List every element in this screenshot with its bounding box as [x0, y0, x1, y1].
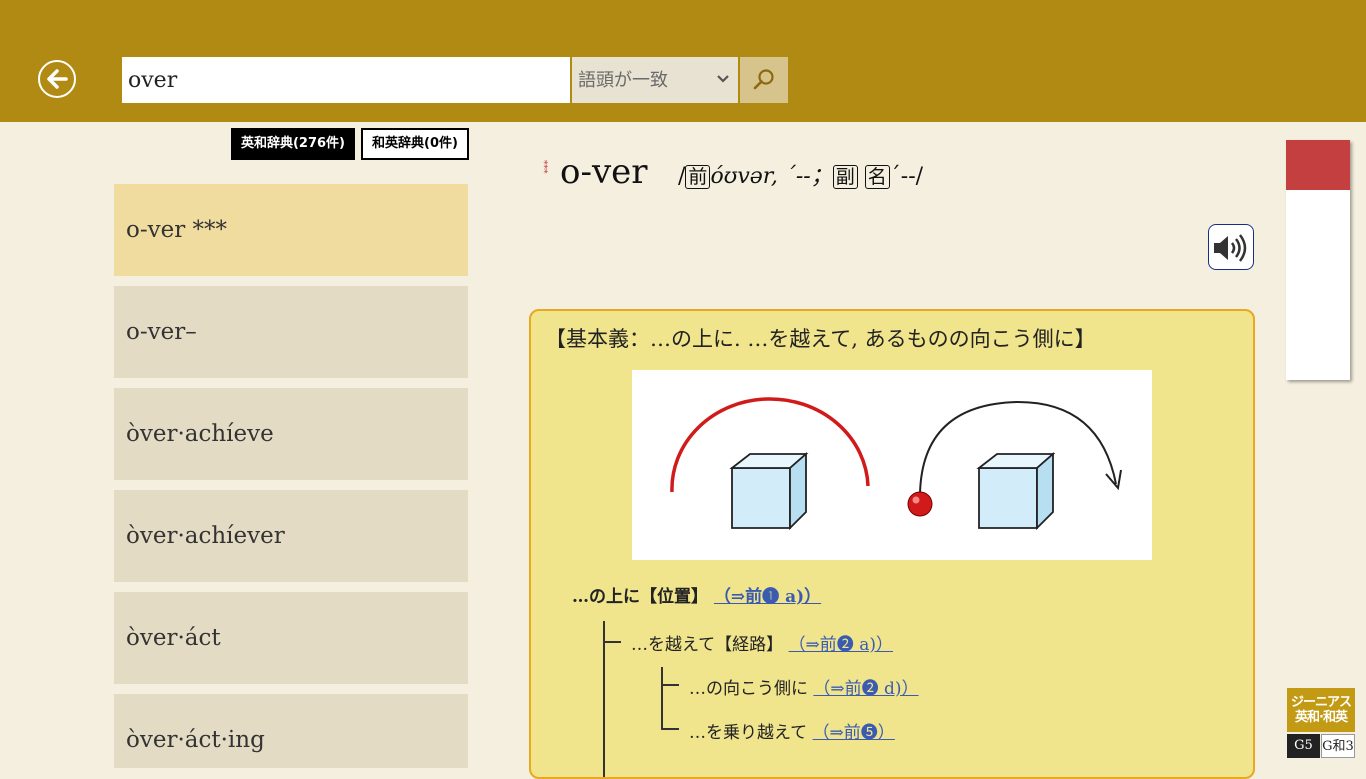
list-item[interactable]: òver·áct·ing [114, 694, 468, 768]
sense-ref-link[interactable]: （⇒前❷ d)） [813, 679, 918, 699]
search-icon [753, 69, 774, 90]
tab-japanese-english[interactable]: 和英辞典(0件) [361, 128, 469, 160]
sense-ref-link[interactable]: （⇒前❶ a)） [714, 587, 821, 607]
headword: o-ver [560, 152, 648, 192]
core-meaning-illustration [632, 370, 1152, 560]
sense-ref-link[interactable]: （⇒前❷ a)） [789, 635, 893, 655]
arrow-left-icon [47, 69, 68, 89]
logo-g5-badge: G5 [1287, 734, 1320, 758]
chevron-down-icon [717, 75, 729, 83]
pronunciation: / 前 óʊvər, ˊ--；副 名 ˊ--/ [678, 164, 924, 189]
list-item[interactable]: o-ver– [114, 286, 468, 378]
app-logo: ジーニアス 英和·和英 G5 G和3 [1287, 688, 1355, 758]
word-list[interactable]: o-ver *** o-ver– òver·achíeve òver·achíe… [114, 184, 468, 768]
pos-badge-prep: 前 [685, 165, 711, 189]
pos-badge-noun: 名 [864, 165, 890, 189]
tab-english-japanese[interactable]: 英和辞典(276件) [231, 128, 355, 160]
list-item[interactable]: òver·achíever [114, 490, 468, 582]
header-bar: 語頭が一致 [0, 0, 1366, 122]
list-item[interactable]: òver·áct [114, 592, 468, 684]
sense-ref-link[interactable]: （⇒前❺） [813, 723, 895, 743]
play-audio-button[interactable] [1208, 224, 1254, 270]
history-panel[interactable] [1286, 140, 1350, 380]
search-input[interactable] [122, 57, 570, 103]
sense-path: …を越えて【経路】 （⇒前❷ a)） [631, 635, 893, 655]
list-item[interactable]: o-ver *** [114, 184, 468, 276]
tree-line [661, 667, 663, 729]
core-meaning-panel: 【基本義：…の上に. …を越えて, あるものの向こう側に】 …の上に【位置】 （… [529, 309, 1255, 779]
importance-stars: *** [538, 160, 548, 174]
logo-g3-badge: G和3 [1321, 734, 1355, 758]
tree-line [661, 728, 679, 730]
tree-line [661, 684, 679, 686]
sense-position: …の上に【位置】 （⇒前❶ a)） [572, 587, 822, 607]
back-button[interactable] [38, 60, 76, 98]
match-mode-select[interactable]: 語頭が一致 [572, 57, 738, 103]
core-meaning-title: 【基本義：…の上に. …を越えて, あるものの向こう側に】 [545, 327, 1096, 351]
tree-line [603, 621, 605, 777]
speaker-icon [1214, 234, 1247, 262]
search-button[interactable] [740, 57, 788, 103]
tree-line [603, 641, 621, 643]
match-mode-label: 語頭が一致 [578, 70, 668, 91]
list-item[interactable]: òver·achíeve [114, 388, 468, 480]
logo-title: ジーニアス 英和·和英 [1287, 688, 1355, 732]
sense-beyond: …の向こう側に （⇒前❷ d)） [689, 679, 919, 699]
history-panel-header[interactable] [1286, 140, 1350, 190]
pos-badge-adv: 副 [832, 165, 858, 189]
sense-surmount: …を乗り越えて （⇒前❺） [689, 723, 895, 743]
